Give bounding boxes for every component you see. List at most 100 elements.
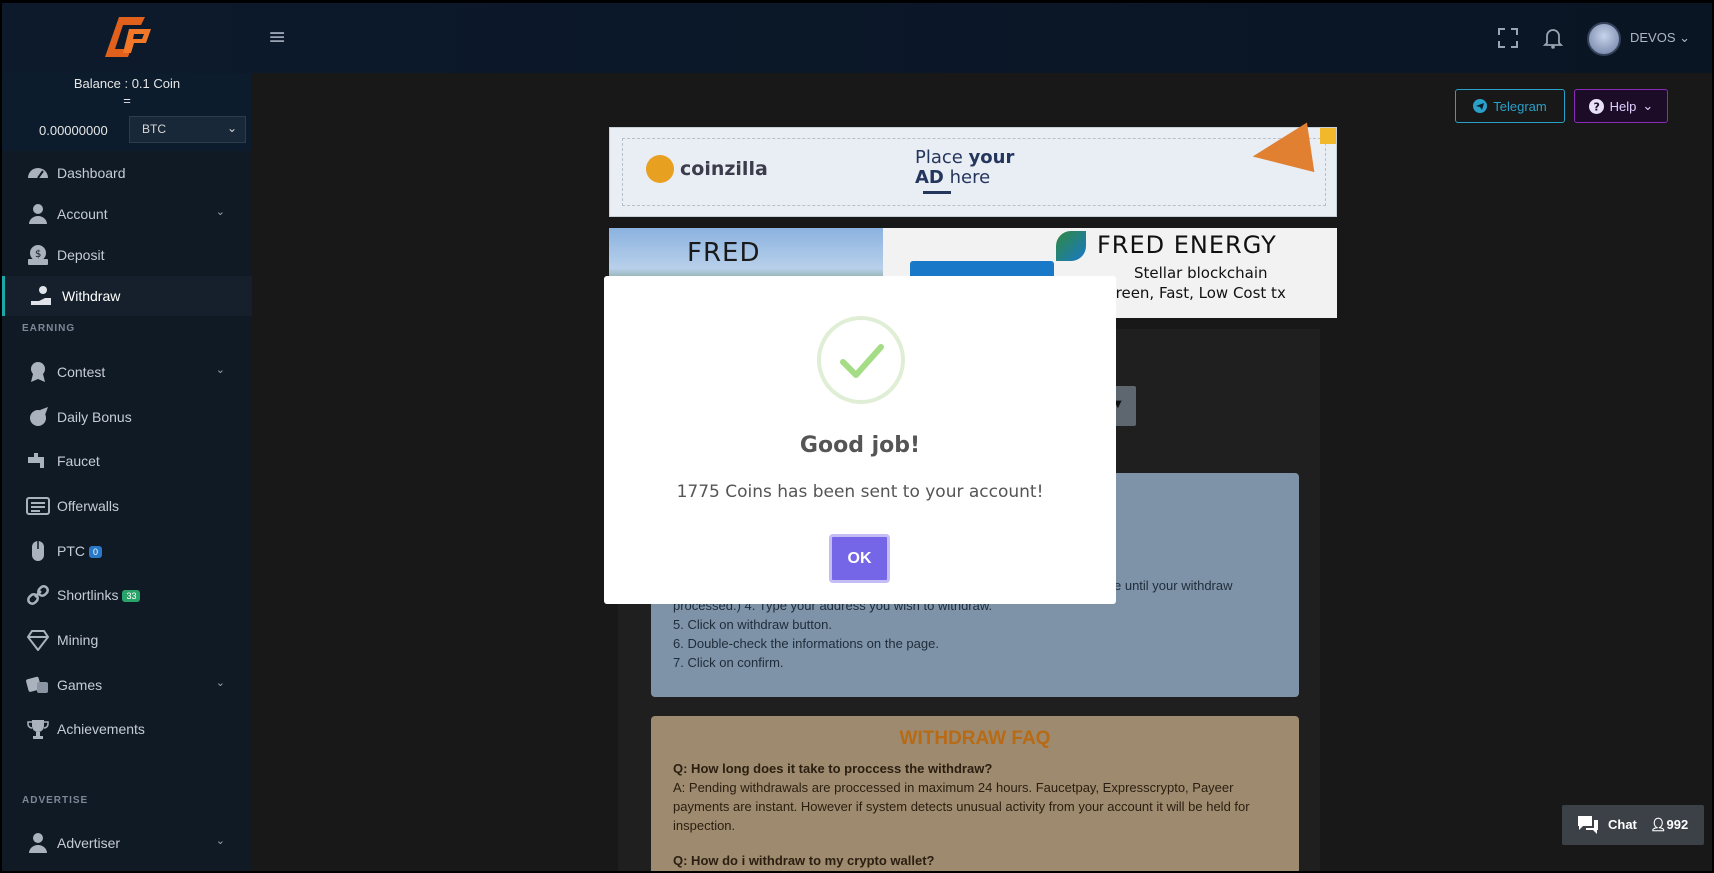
sidebar-item-dashboard[interactable]: Dashboard: [2, 153, 252, 193]
sidebar-item-deposit[interactable]: $ Deposit: [2, 235, 252, 275]
telegram-button[interactable]: Telegram: [1455, 89, 1565, 123]
ad-brand: coinzilla: [680, 158, 768, 180]
user-icon: [29, 204, 47, 224]
svg-text:$: $: [35, 249, 41, 260]
instruction-step-6: 6. Double-check the informations on the …: [673, 636, 939, 651]
ptc-count-badge: 0: [89, 546, 103, 558]
ad-close-icon[interactable]: [1320, 128, 1336, 144]
ad-place-c: AD: [915, 167, 944, 188]
ad-subtitle-1: Stellar blockchain: [1134, 264, 1268, 282]
sidebar-item-label: Faucet: [57, 453, 100, 469]
chat-label: Chat: [1608, 817, 1637, 832]
sidebar-item-label: Deposit: [57, 247, 105, 263]
svg-text:?: ?: [1593, 100, 1599, 113]
sidebar-item-mining[interactable]: Mining: [2, 620, 252, 660]
avatar[interactable]: [1587, 22, 1621, 56]
ad-place-a: Place: [915, 147, 969, 168]
sidebar-item-account[interactable]: Account ⌄: [2, 194, 252, 234]
top-bar: ≡ DEVOS ⌄: [2, 3, 1712, 73]
balance-equals: =: [123, 93, 131, 108]
sidebar-item-achievements[interactable]: Achievements: [2, 709, 252, 749]
faq-question-1: Q: How long does it take to proccess the…: [673, 761, 993, 776]
sidebar-item-ptc[interactable]: PTC 0: [2, 531, 252, 571]
ad-place-d: here: [943, 167, 991, 188]
sidebar-item-games[interactable]: Games ⌄: [2, 665, 252, 705]
ok-button[interactable]: OK: [829, 534, 890, 583]
fred-energy-logo-icon: [1056, 231, 1086, 261]
sidebar-item-shortlinks[interactable]: Shortlinks 33: [2, 575, 252, 615]
sidebar-item-label: Withdraw: [62, 288, 121, 304]
chevron-down-icon: ⌄: [215, 834, 225, 847]
ad-title: FRED ENERGY: [1097, 231, 1277, 259]
sidebar-item-label: PTC 0: [57, 543, 103, 559]
help-button[interactable]: ? Help ⌄: [1574, 89, 1668, 123]
medal-icon: [31, 362, 45, 382]
sidebar-item-label: Mining: [57, 632, 99, 648]
checkmark-icon: [840, 344, 884, 378]
online-count-value: 992: [1666, 817, 1689, 832]
ad-underline: [923, 191, 951, 194]
faq-answer-1: A: Pending withdrawals are proccessed in…: [673, 780, 1250, 833]
ad-banner-coinzilla[interactable]: coinzilla Place your AD here: [609, 122, 1337, 217]
chevron-down-icon: ⌄: [1642, 98, 1654, 113]
sidebar-item-daily-bonus[interactable]: Daily Bonus: [2, 397, 252, 437]
shortlinks-count-badge: 33: [122, 590, 141, 602]
faq-question-2: Q: How do i withdraw to my crypto wallet…: [673, 853, 935, 868]
balance-text: Balance : 0.1 Coin: [73, 76, 181, 91]
username-dropdown[interactable]: DEVOS ⌄: [1630, 30, 1690, 46]
balance-panel: Balance : 0.1 Coin = 0.00000000 BTC ⌄: [2, 73, 252, 151]
currency-value: BTC: [142, 122, 166, 136]
modal-message: 1775 Coins has been sent to your account…: [676, 482, 1044, 502]
money-icon: $: [28, 245, 48, 265]
ad-place-text: Place your AD here: [915, 148, 1014, 188]
question-icon: ?: [1588, 98, 1604, 114]
advertiser-icon: [29, 833, 47, 853]
sidebar-item-contest[interactable]: Contest ⌄: [2, 352, 252, 392]
telegram-icon: [1473, 99, 1488, 113]
online-count: 👤︎992: [1650, 817, 1688, 833]
trophy-icon: [27, 720, 49, 739]
bell-icon[interactable]: [1540, 25, 1566, 51]
ad-subtitle-2: Green, Fast, Low Cost tx: [1104, 284, 1286, 302]
sidebar-item-label: Offerwalls: [57, 498, 119, 514]
chevron-down-icon: ⌄: [1679, 30, 1691, 45]
menu-toggle-icon[interactable]: ≡: [268, 27, 286, 49]
sidebar: Balance : 0.1 Coin = 0.00000000 BTC ⌄ Da…: [2, 73, 252, 871]
currency-select[interactable]: BTC ⌄: [129, 116, 246, 143]
sidebar-item-label: Contest: [57, 364, 106, 380]
mouse-icon: [32, 541, 44, 561]
ptc-label: PTC: [57, 543, 85, 559]
sidebar-item-advertiser[interactable]: Advertiser ⌄: [2, 823, 252, 863]
site-logo[interactable]: [97, 11, 157, 66]
dice-icon: [26, 676, 48, 693]
faq-title: WITHDRAW FAQ: [899, 728, 1051, 749]
ad-place-b: your: [968, 147, 1015, 168]
instruction-step-5: 5. Click on withdraw button.: [673, 617, 832, 632]
shortlinks-label: Shortlinks: [57, 587, 119, 603]
list-icon: [26, 497, 50, 515]
coinzilla-logo-icon: [646, 155, 674, 183]
user-icon: 👤︎: [1650, 817, 1667, 832]
chevron-down-icon: ⌄: [215, 676, 225, 689]
diamond-icon: [26, 630, 50, 651]
faucet-icon: [28, 453, 44, 468]
chevron-down-icon: ⌄: [226, 121, 237, 135]
sidebar-item-label: Games: [57, 677, 103, 693]
sidebar-item-offerwalls[interactable]: Offerwalls: [2, 486, 252, 526]
ad-photo-text: FRED: [687, 238, 761, 268]
help-label: Help: [1609, 98, 1637, 114]
hand-coin-icon: [31, 286, 51, 305]
instruction-step-3-tail: e until your withdraw: [1114, 578, 1233, 593]
fullscreen-icon[interactable]: [1495, 25, 1521, 51]
sidebar-item-label: Achievements: [57, 721, 145, 737]
sidebar-item-faucet[interactable]: Faucet: [2, 441, 252, 481]
link-icon: [27, 585, 49, 605]
chat-widget-button[interactable]: Chat 👤︎992: [1562, 805, 1704, 845]
modal-title: Good job!: [799, 433, 921, 458]
sidebar-item-label: Advertiser: [57, 835, 121, 851]
sidebar-item-withdraw[interactable]: Withdraw: [2, 276, 252, 316]
instruction-step-7: 7. Click on confirm.: [673, 655, 784, 670]
telegram-label: Telegram: [1493, 98, 1547, 114]
chat-bubbles-icon: [1578, 816, 1598, 834]
success-modal: Good job! 1775 Coins has been sent to yo…: [604, 276, 1116, 604]
